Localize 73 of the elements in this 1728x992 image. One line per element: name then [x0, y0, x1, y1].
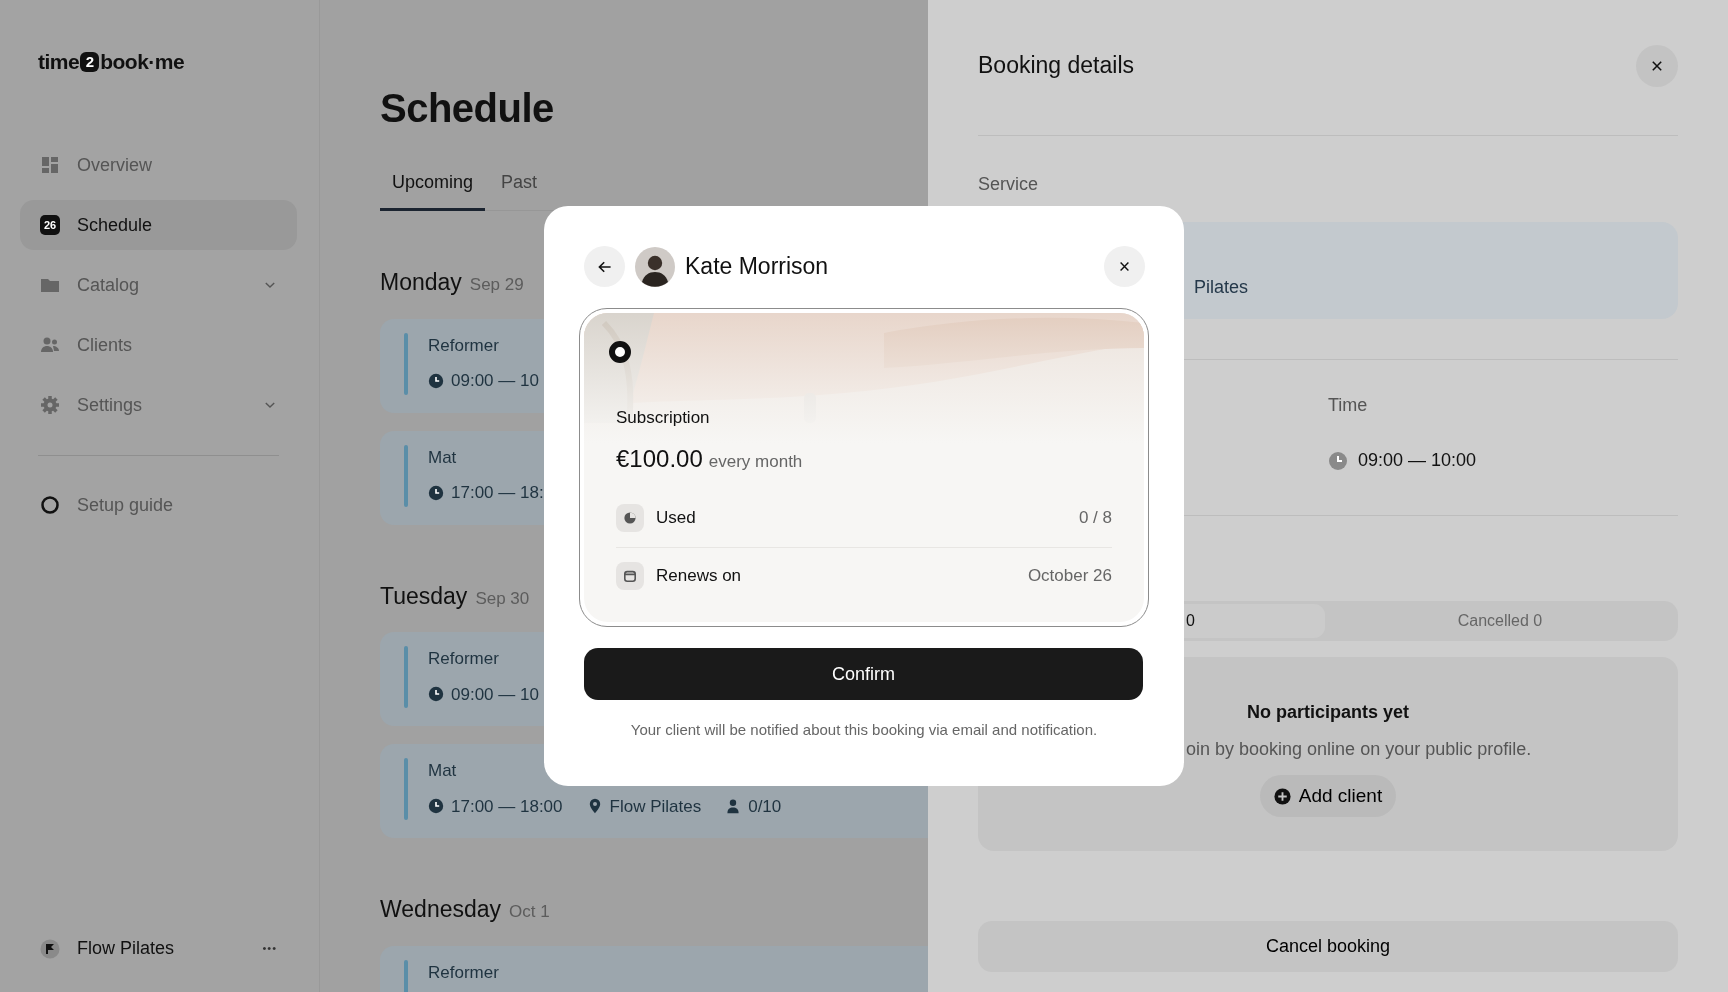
cancel-booking-button[interactable]: Cancel booking [978, 921, 1678, 972]
event-time: 17:00 — 18:00 [451, 795, 563, 818]
event-title: Mat [428, 760, 458, 782]
plan-price: €100.00 [616, 443, 703, 474]
close-button[interactable] [1636, 44, 1678, 87]
flag-icon [40, 938, 60, 959]
plan-period: every month [708, 450, 803, 473]
tab[interactable]: Past [489, 161, 550, 210]
day-heading: Tuesday [380, 581, 468, 611]
plan-card[interactable]: Subscription €100.00 every month Used 0 / 8 Renews on October 26 [579, 308, 1149, 627]
clock-icon [428, 686, 444, 703]
confirm-button[interactable]: Confirm [584, 648, 1143, 700]
time-value: 09:00 — 10:00 [1358, 449, 1477, 472]
event-title: Reformer [428, 961, 499, 984]
grid-icon [40, 155, 60, 175]
sidebar-item[interactable]: Overview [20, 140, 297, 190]
clock-icon [428, 484, 444, 501]
account-name: Flow Pilates [77, 937, 175, 960]
event-location: Flow Pilates [609, 795, 702, 818]
clock-icon [1328, 450, 1348, 471]
pie-chart-icon [616, 503, 644, 532]
row-label: Used [656, 506, 696, 529]
sidebar-item[interactable]: Settings [20, 380, 297, 430]
page-title: Schedule [380, 88, 555, 128]
row-value: October 26 [1027, 565, 1112, 588]
day-heading: Monday [380, 268, 462, 297]
calendar-icon [616, 562, 644, 590]
event-time: 17:00 — 18: [451, 482, 544, 504]
day-date: Sep 30 [475, 587, 530, 610]
event-title: Reformer [428, 648, 500, 670]
day-date: Sep 29 [469, 274, 524, 296]
row-label: Renews on [656, 565, 742, 588]
people-icon [40, 335, 60, 355]
field-label: Service [978, 173, 1040, 196]
add-client-button[interactable]: Add client [1259, 775, 1397, 817]
gear-icon [40, 395, 60, 415]
sidebar-item[interactable]: 26 Schedule [20, 200, 297, 250]
client-name: Kate Morrison [685, 252, 829, 282]
segment-tab[interactable]: Cancelled 0 [1325, 604, 1675, 638]
event-capacity: 0/10 [748, 795, 782, 818]
close-icon [1650, 58, 1664, 73]
event-title: Mat [428, 446, 458, 469]
event-card[interactable]: Reformer [380, 945, 928, 992]
logo-text: book·me [100, 49, 185, 76]
close-button[interactable] [1104, 246, 1145, 287]
sidebar-item[interactable]: Clients [20, 320, 297, 370]
clock-icon [428, 372, 444, 389]
service-name: Pilates [1194, 277, 1249, 297]
event-time: 09:00 — 10 [451, 370, 539, 392]
event-time: 09:00 — 10 [451, 683, 539, 706]
calendar-icon: 26 [40, 215, 60, 235]
event-title: Reformer [428, 334, 500, 357]
logo-text: time [38, 49, 80, 76]
hint-text: Your client will be notified about this booking via email and notification. [629, 720, 1099, 740]
field-label: Time [1328, 394, 1369, 417]
close-icon [1118, 260, 1131, 273]
plus-circle-icon [1273, 787, 1291, 805]
row-value: 0 / 8 [1078, 506, 1112, 529]
panel-title: Booking details [978, 51, 1134, 80]
logo-badge: 2 [80, 52, 100, 72]
more-menu-button[interactable]: ••• [262, 940, 277, 957]
sidebar-item[interactable]: Catalog [20, 260, 297, 310]
avatar-icon [635, 246, 675, 287]
setup-guide-link[interactable]: Setup guide [20, 480, 297, 530]
back-button[interactable] [584, 246, 625, 287]
clock-icon [428, 798, 444, 815]
circle-icon [40, 495, 60, 515]
day-date: Oct 1 [509, 901, 550, 923]
empty-title: No participants yet [1246, 701, 1409, 724]
plan-title: Subscription [616, 407, 711, 429]
empty-text: oin by booking online on your public profile. [1185, 738, 1532, 761]
day-heading: Wednesday [380, 895, 502, 924]
tab[interactable]: Upcoming [380, 161, 486, 210]
